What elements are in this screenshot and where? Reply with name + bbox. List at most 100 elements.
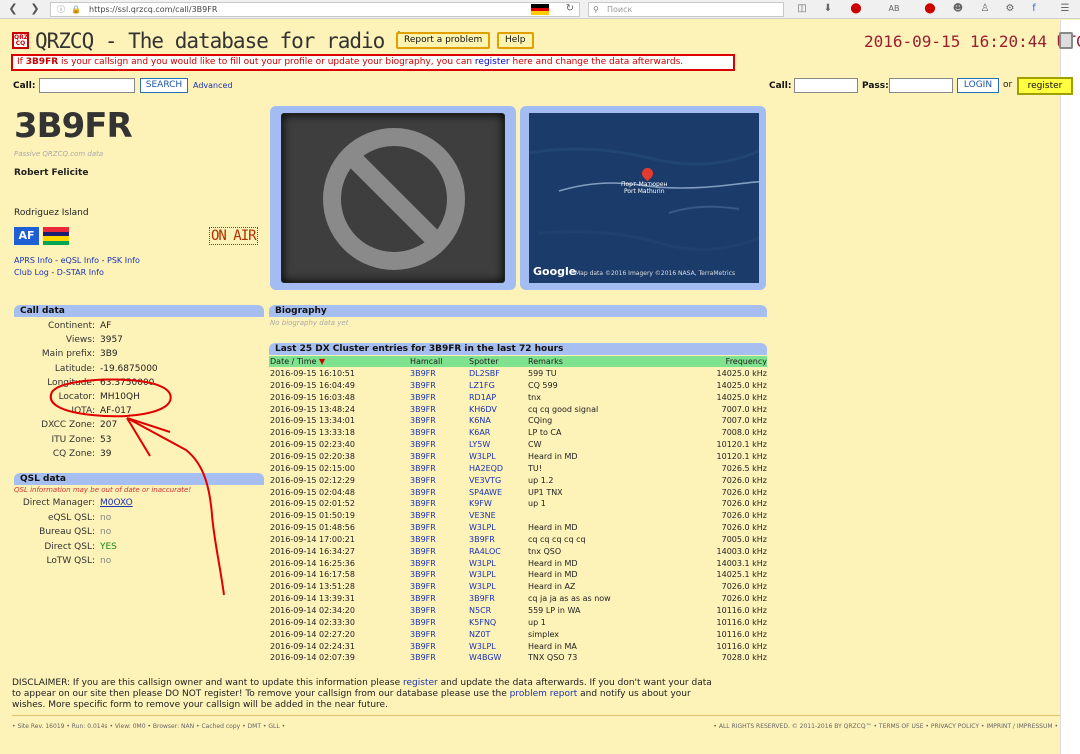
register-button[interactable]: register <box>1017 77 1073 95</box>
row-spotter[interactable]: W3LPL <box>469 569 496 581</box>
satellite-map[interactable]: Порт-Матюрен Port Mathurin Google Map dat… <box>529 113 759 283</box>
row-spotter[interactable]: RD1AP <box>469 392 496 404</box>
row-hamcall[interactable]: 3B9FR <box>410 392 436 404</box>
col-frequency[interactable]: Frequency <box>726 356 767 367</box>
club-log-link[interactable]: Club Log <box>14 268 49 277</box>
row-hamcall[interactable]: 3B9FR <box>410 380 436 392</box>
ab-icon[interactable]: AB <box>884 2 904 16</box>
eqsl-info-link[interactable]: eQSL Info <box>61 256 99 265</box>
row-hamcall[interactable]: 3B9FR <box>410 415 436 427</box>
row-spotter[interactable]: LY5W <box>469 439 490 451</box>
pocket-icon[interactable]: ◫ <box>795 2 809 16</box>
register-alert: If 3B9FR is your callsign and you would … <box>11 54 735 71</box>
row-hamcall[interactable]: 3B9FR <box>410 605 436 617</box>
row-hamcall[interactable]: 3B9FR <box>410 427 436 439</box>
row-hamcall[interactable]: 3B9FR <box>410 451 436 463</box>
row-hamcall[interactable]: 3B9FR <box>410 546 436 558</box>
row-spotter[interactable]: RA4LOC <box>469 546 501 558</box>
search-placeholder: Поиск <box>607 5 633 14</box>
download-icon[interactable]: ⬇ <box>821 2 835 16</box>
row-hamcall[interactable]: 3B9FR <box>410 652 436 664</box>
row-spotter[interactable]: K6AR <box>469 427 490 439</box>
qsl-manager-link[interactable]: M0OXO <box>100 498 133 508</box>
row-spotter[interactable]: VE3VTG <box>469 475 501 487</box>
call-data-key: Longitude: <box>47 377 95 388</box>
row-hamcall[interactable]: 3B9FR <box>410 558 436 570</box>
row-spotter[interactable]: 3B9FR <box>469 534 495 546</box>
row-spotter[interactable]: NZ0T <box>469 629 490 641</box>
login-button[interactable]: LOGIN <box>957 78 999 93</box>
row-hamcall[interactable]: 3B9FR <box>410 617 436 629</box>
row-spotter[interactable]: K9FW <box>469 498 492 510</box>
col-spotter[interactable]: Spotter <box>469 356 499 367</box>
browser-toolbar: ❮ ❯ ⓘ 🔒 https://ssl.qrzcq.com/call/3B9FR… <box>0 0 1080 19</box>
browser-search-input[interactable]: ⚲ Поиск <box>588 2 784 17</box>
advanced-search-link[interactable]: Advanced <box>193 81 233 90</box>
row-hamcall[interactable]: 3B9FR <box>410 463 436 475</box>
puzzle-icon[interactable]: ⚙ <box>1003 2 1017 16</box>
row-hamcall[interactable]: 3B9FR <box>410 522 436 534</box>
row-hamcall[interactable]: 3B9FR <box>410 368 436 380</box>
reload-icon[interactable]: ↻ <box>563 2 577 16</box>
alert-register-link[interactable]: register <box>475 57 510 67</box>
ghost-icon[interactable]: ♙ <box>978 2 992 16</box>
login-call-input[interactable] <box>794 78 858 93</box>
row-spotter[interactable]: N5CR <box>469 605 491 617</box>
login-pass-input[interactable] <box>889 78 953 93</box>
location-text: Rodriguez Island <box>14 208 89 218</box>
row-hamcall[interactable]: 3B9FR <box>410 475 436 487</box>
row-hamcall[interactable]: 3B9FR <box>410 569 436 581</box>
search-button[interactable]: SEARCH <box>140 78 188 93</box>
back-icon[interactable]: ❮ <box>4 2 22 16</box>
row-hamcall[interactable]: 3B9FR <box>410 487 436 499</box>
call-search-input[interactable] <box>39 78 135 93</box>
row-spotter[interactable]: K6NA <box>469 415 491 427</box>
adblock-icon[interactable]: ⬤ <box>849 2 863 16</box>
row-spotter[interactable]: W3LPL <box>469 641 496 653</box>
call-data-key: ITU Zone: <box>51 434 95 445</box>
row-remarks: tnx <box>528 392 541 402</box>
row-hamcall[interactable]: 3B9FR <box>410 439 436 451</box>
forward-icon[interactable]: ❯ <box>26 2 44 16</box>
row-spotter[interactable]: LZ1FG <box>469 380 495 392</box>
row-spotter[interactable]: W3LPL <box>469 581 496 593</box>
qrzcq-logo[interactable]: QRZ CQ <box>12 32 29 49</box>
report-problem-button[interactable]: Report a problem <box>396 32 491 49</box>
row-hamcall[interactable]: 3B9FR <box>410 534 436 546</box>
row-hamcall[interactable]: 3B9FR <box>410 641 436 653</box>
address-bar[interactable]: ⓘ 🔒 https://ssl.qrzcq.com/call/3B9FR <box>50 2 580 17</box>
row-hamcall[interactable]: 3B9FR <box>410 593 436 605</box>
facebook-icon[interactable]: f <box>1027 2 1041 16</box>
row-spotter[interactable]: SP4AWE <box>469 487 502 499</box>
chat-icon[interactable]: ☻ <box>951 2 965 16</box>
row-hamcall[interactable]: 3B9FR <box>410 498 436 510</box>
row-remarks: TNX QSO 73 <box>528 653 578 663</box>
row-hamcall[interactable]: 3B9FR <box>410 404 436 416</box>
addon-icon[interactable]: ⬤ <box>923 2 937 16</box>
row-spotter[interactable]: W3LPL <box>469 522 496 534</box>
row-spotter[interactable]: W3LPL <box>469 558 496 570</box>
page-title: QRZCQ - The database for radio hams <box>35 29 444 53</box>
col-remarks[interactable]: Remarks <box>528 356 563 367</box>
menu-icon[interactable]: ☰ <box>1058 2 1072 16</box>
col-datetime[interactable]: Date / Time ▼ <box>270 356 325 367</box>
footer-links[interactable]: • ALL RIGHTS RESERVED. © 2011-2016 BY QR… <box>713 723 1058 730</box>
aprs-info-link[interactable]: APRS Info <box>14 256 53 265</box>
disclaimer-problem-link[interactable]: problem report <box>510 689 578 699</box>
dstar-info-link[interactable]: D-STAR Info <box>57 268 104 277</box>
row-spotter[interactable]: K5FNQ <box>469 617 496 629</box>
row-hamcall[interactable]: 3B9FR <box>410 629 436 641</box>
psk-info-link[interactable]: PSK Info <box>107 256 140 265</box>
row-spotter[interactable]: KH6DV <box>469 404 497 416</box>
row-hamcall[interactable]: 3B9FR <box>410 581 436 593</box>
row-spotter[interactable]: W3LPL <box>469 451 496 463</box>
row-spotter[interactable]: W4BGW <box>469 652 501 664</box>
row-spotter[interactable]: DL2SBF <box>469 368 500 380</box>
row-spotter[interactable]: HA2EQD <box>469 463 503 475</box>
row-hamcall[interactable]: 3B9FR <box>410 510 436 522</box>
disclaimer-register-link[interactable]: register <box>403 678 438 688</box>
row-spotter[interactable]: VE3NE <box>469 510 496 522</box>
col-hamcall[interactable]: Hamcall <box>410 356 442 367</box>
row-spotter[interactable]: 3B9FR <box>469 593 495 605</box>
help-button[interactable]: Help <box>497 32 534 49</box>
